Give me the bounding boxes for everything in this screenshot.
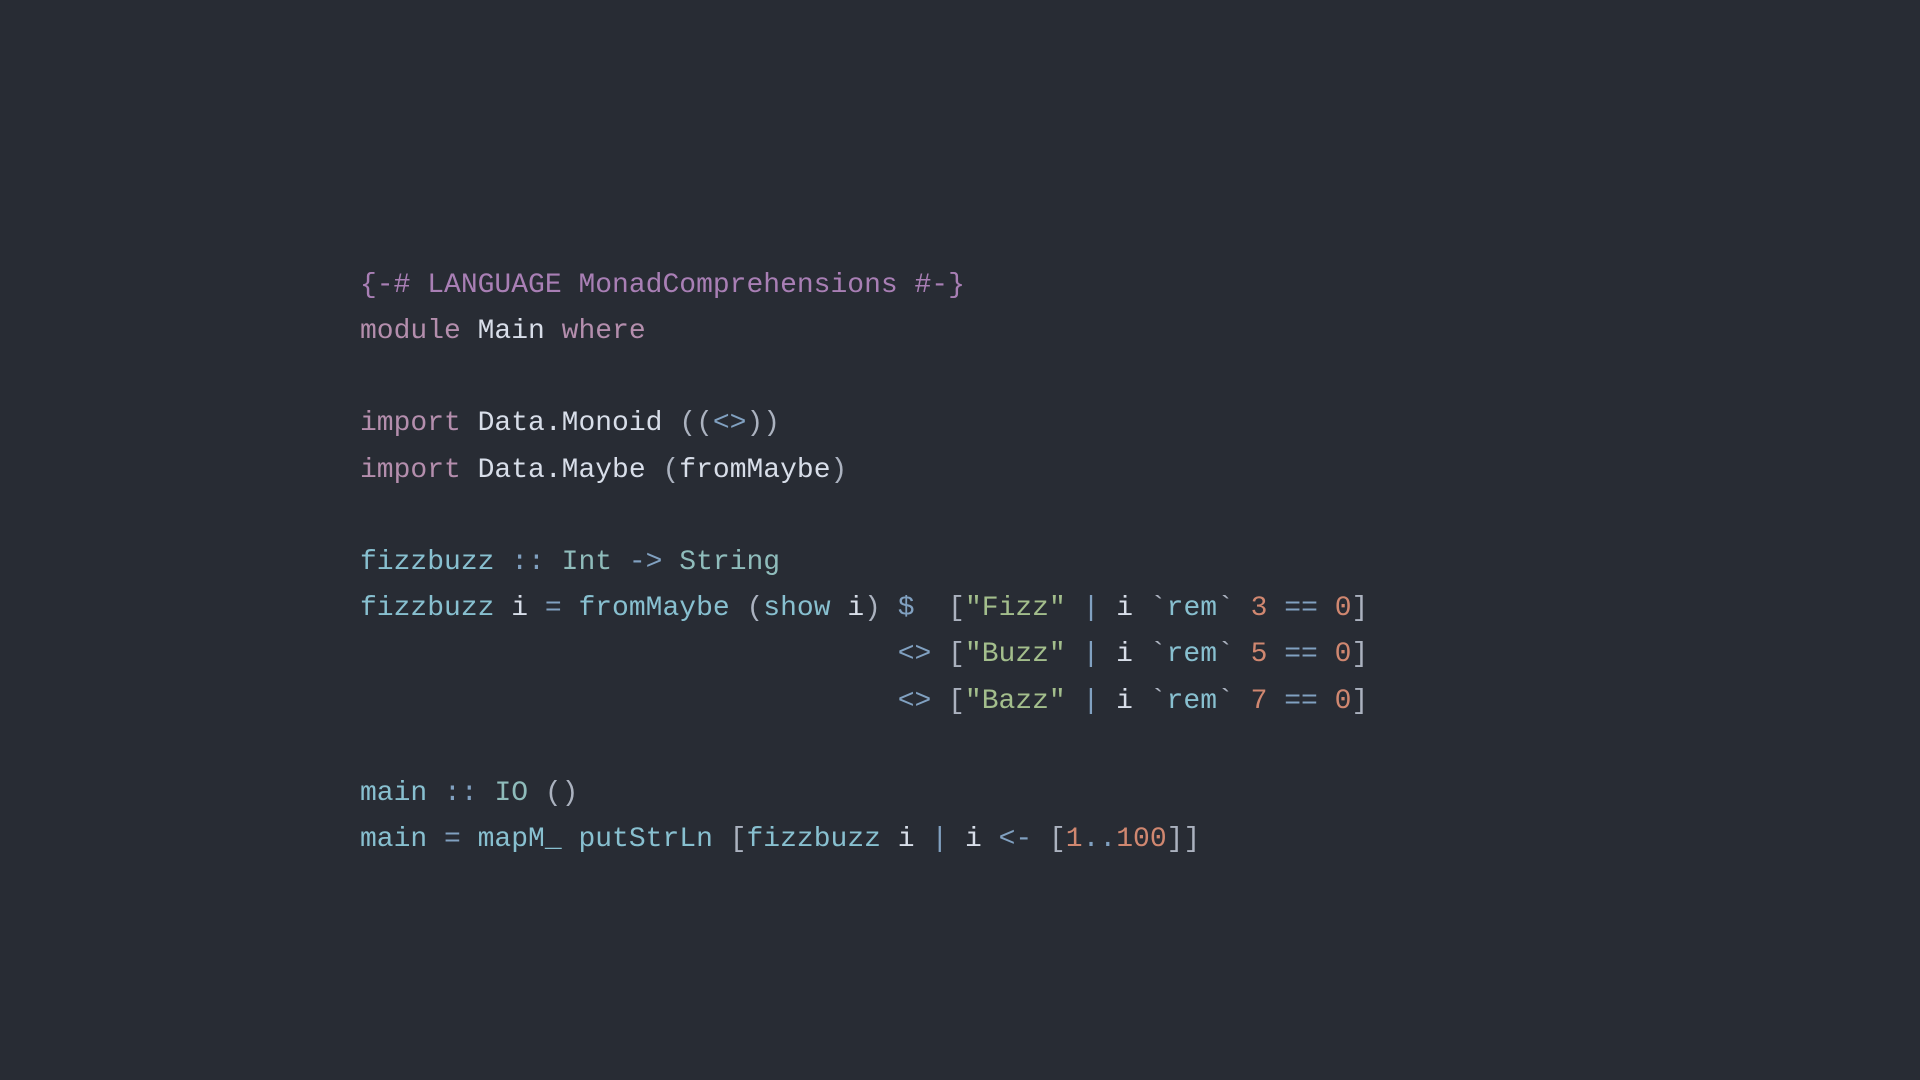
- import-paren-open: ((: [679, 408, 713, 439]
- backtick: `: [1217, 593, 1251, 624]
- pragma-language: LANGUAGE: [427, 270, 561, 301]
- pragma-open: {-#: [360, 270, 427, 301]
- fizzbuzz-call: fizzbuzz: [747, 824, 898, 855]
- num-3: 3: [1251, 593, 1268, 624]
- unit: (): [528, 778, 578, 809]
- num-0: 0: [1335, 593, 1352, 624]
- function-name: fizzbuzz: [360, 593, 511, 624]
- rem: rem: [1167, 593, 1217, 624]
- module-keyword: module: [360, 316, 461, 347]
- num-5: 5: [1251, 639, 1268, 670]
- rbracket: ]: [1352, 593, 1369, 624]
- lbracket: [: [948, 639, 965, 670]
- num-0: 0: [1335, 639, 1352, 670]
- code-line-module: module Main where: [360, 316, 646, 347]
- mappend: <>: [898, 686, 948, 717]
- code-line-main: main = mapM_ putStrLn [fizzbuzz i | i <-…: [360, 824, 1200, 855]
- dollar: $: [898, 593, 948, 624]
- function-name: fizzbuzz: [360, 547, 511, 578]
- double-colon: ::: [511, 547, 561, 578]
- putstrln: putStrLn: [578, 824, 729, 855]
- rbracket: ]: [1351, 686, 1368, 717]
- param: i: [511, 593, 545, 624]
- module-name: Main: [461, 316, 562, 347]
- eqeq: ==: [1267, 686, 1334, 717]
- backtick: `: [1217, 686, 1251, 717]
- backtick: `: [1150, 686, 1167, 717]
- function-name: main: [360, 778, 444, 809]
- double-colon: ::: [444, 778, 494, 809]
- lbracket: [: [730, 824, 747, 855]
- code-line-fizzbuzz-1: fizzbuzz i = fromMaybe (show i) $ ["Fizz…: [360, 593, 1368, 624]
- string-fizz: "Fizz": [965, 593, 1066, 624]
- num-100: 100: [1116, 824, 1166, 855]
- rem: rem: [1167, 686, 1217, 717]
- var: i: [898, 824, 932, 855]
- code-line-import-1: import Data.Monoid ((<>)): [360, 408, 780, 439]
- rparen: ): [864, 593, 898, 624]
- mappend: <>: [898, 639, 948, 670]
- where-keyword: where: [562, 316, 646, 347]
- pipe: |: [1066, 593, 1116, 624]
- code-line-pragma: {-# LANGUAGE MonadComprehensions #-}: [360, 270, 965, 301]
- indent: [360, 639, 898, 670]
- pragma-extension: MonadComprehensions: [562, 270, 915, 301]
- pipe: |: [1066, 686, 1116, 717]
- string-buzz: "Buzz": [965, 639, 1066, 670]
- rbracket: ]: [1167, 824, 1184, 855]
- show: show: [763, 593, 847, 624]
- var: i: [1116, 686, 1150, 717]
- eqeq: ==: [1267, 639, 1334, 670]
- backtick: `: [1150, 639, 1167, 670]
- import-symbol: <>: [713, 408, 747, 439]
- num-0: 0: [1335, 686, 1352, 717]
- var: i: [1116, 593, 1150, 624]
- lparen: (: [746, 593, 763, 624]
- type-string: String: [679, 547, 780, 578]
- var: i: [1116, 639, 1150, 670]
- import-paren-close: )): [746, 408, 780, 439]
- pragma-close: #-}: [915, 270, 965, 301]
- code-line-fizzbuzz-2: <> ["Buzz" | i `rem` 5 == 0]: [360, 639, 1368, 670]
- mapm: mapM_: [478, 824, 579, 855]
- num-7: 7: [1251, 686, 1268, 717]
- rbracket: ]: [1183, 824, 1200, 855]
- import-keyword: import: [360, 408, 461, 439]
- backtick: `: [1217, 639, 1251, 670]
- import-keyword: import: [360, 455, 461, 486]
- import-symbol: fromMaybe: [679, 455, 830, 486]
- import-paren-close: ): [831, 455, 848, 486]
- type-int: Int: [562, 547, 612, 578]
- string-bazz: "Bazz": [965, 686, 1066, 717]
- arrow: ->: [612, 547, 679, 578]
- lbracket: [: [948, 686, 965, 717]
- code-line-typesig-fizzbuzz: fizzbuzz :: Int -> String: [360, 547, 780, 578]
- rbracket: ]: [1351, 639, 1368, 670]
- type-io: IO: [494, 778, 528, 809]
- num-1: 1: [1066, 824, 1083, 855]
- pipe: |: [931, 824, 965, 855]
- equals: =: [444, 824, 478, 855]
- bind-arrow: <-: [999, 824, 1049, 855]
- code-line-import-2: import Data.Maybe (fromMaybe): [360, 455, 847, 486]
- from-maybe: fromMaybe: [578, 593, 746, 624]
- code-line-typesig-main: main :: IO (): [360, 778, 578, 809]
- rem: rem: [1167, 639, 1217, 670]
- indent: [360, 686, 898, 717]
- import-paren-open: (: [662, 455, 679, 486]
- equals: =: [545, 593, 579, 624]
- function-name: main: [360, 824, 444, 855]
- import-module: Data.Monoid: [461, 408, 679, 439]
- var: i: [965, 824, 999, 855]
- code-line-fizzbuzz-3: <> ["Bazz" | i `rem` 7 == 0]: [360, 686, 1368, 717]
- import-module: Data.Maybe: [461, 455, 663, 486]
- arg: i: [847, 593, 864, 624]
- eqeq: ==: [1267, 593, 1334, 624]
- code-block: {-# LANGUAGE MonadComprehensions #-} mod…: [360, 217, 1368, 864]
- pipe: |: [1066, 639, 1116, 670]
- lbracket: [: [948, 593, 965, 624]
- lbracket: [: [1049, 824, 1066, 855]
- backtick: `: [1150, 593, 1167, 624]
- range-dots: ..: [1083, 824, 1117, 855]
